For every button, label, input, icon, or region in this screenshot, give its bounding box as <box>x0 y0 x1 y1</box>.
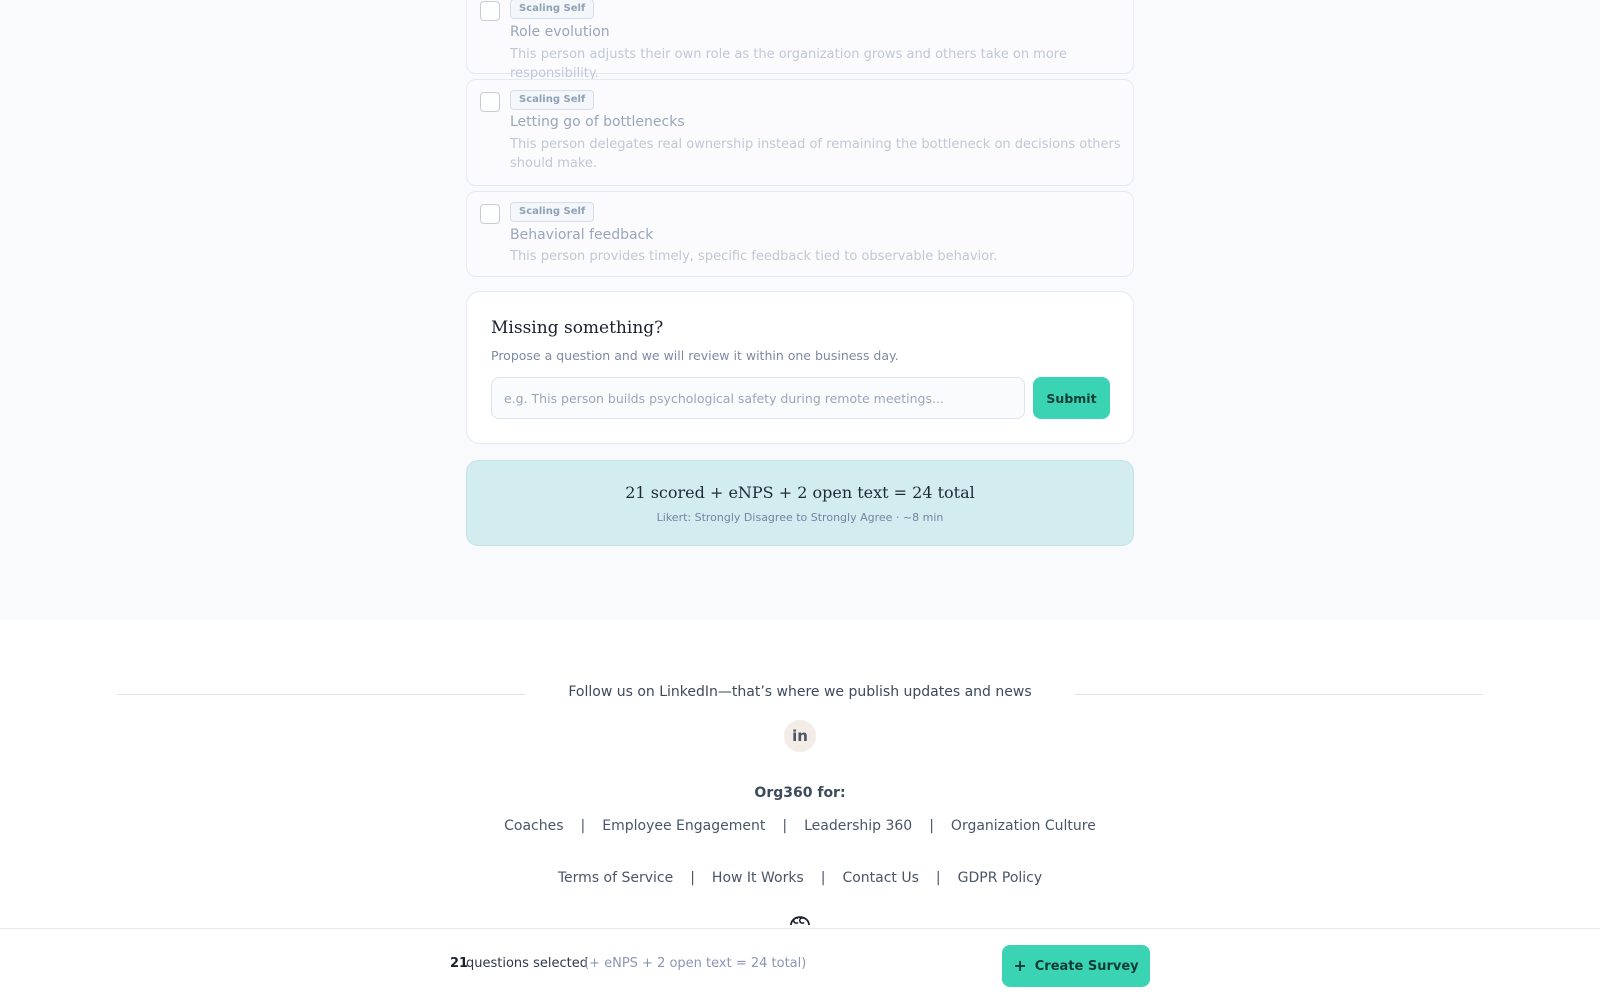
plus-icon: + <box>1013 956 1027 975</box>
linkedin-label: in <box>792 727 808 745</box>
question-title: Behavioral feedback <box>510 227 654 243</box>
main-content-area: Scaling Self Role evolution This person … <box>0 0 1600 620</box>
summary-detail-line: Likert: Strongly Disagree to Strongly Ag… <box>656 511 944 524</box>
propose-question-input[interactable] <box>491 377 1025 419</box>
question-description: This person provides timely, specific fe… <box>510 249 998 264</box>
question-checkbox[interactable] <box>480 204 500 224</box>
separator: | <box>690 870 695 886</box>
link-leadership-360[interactable]: Leadership 360 <box>804 818 912 834</box>
total-summary-line: 21 scored + eNPS + 2 open text = 24 tota… <box>625 483 975 502</box>
question-title: Letting go of bottlenecks <box>510 114 685 130</box>
separator: | <box>782 818 788 834</box>
category-tag: Scaling Self <box>510 202 595 222</box>
divider <box>117 694 525 695</box>
separator: | <box>935 870 941 886</box>
question-title: Role evolution <box>510 24 610 40</box>
org360-for-heading: Org360 for: <box>754 785 846 801</box>
separator: | <box>580 818 586 834</box>
selected-extra: (+ eNPS + 2 open text = 24 total) <box>584 956 807 971</box>
question-checkbox[interactable] <box>480 1 500 21</box>
link-organization-culture[interactable]: Organization Culture <box>951 818 1096 834</box>
question-checkbox[interactable] <box>480 92 500 112</box>
question-card-behavioral-feedback[interactable]: Scaling Self Behavioral feedback This pe… <box>466 191 1134 277</box>
question-description: This person adjusts their own role as th… <box>510 47 1067 81</box>
question-card-letting-go[interactable]: Scaling Self Letting go of bottlenecks T… <box>466 79 1134 186</box>
category-tag: Scaling Self <box>510 0 595 19</box>
propose-question-card: Missing something? Propose a question an… <box>466 291 1134 444</box>
audience-links: Coaches | Employee Engagement | Leadersh… <box>0 818 1600 834</box>
selected-label: questions selected <box>466 956 588 971</box>
question-card-role-evolution[interactable]: Scaling Self Role evolution This person … <box>466 0 1134 81</box>
legal-links: Terms of Service | How It Works | Contac… <box>0 870 1600 886</box>
separator: | <box>929 818 934 834</box>
question-description: This person delegates real ownership ins… <box>510 137 1121 171</box>
separator: | <box>820 870 826 886</box>
linkedin-icon[interactable]: in <box>784 720 816 752</box>
link-gdpr-policy[interactable]: GDPR Policy <box>958 870 1043 886</box>
propose-subtitle: Propose a question and we will review it… <box>491 348 899 363</box>
category-tag: Scaling Self <box>510 90 595 110</box>
survey-total-summary: 21 scored + eNPS + 2 open text = 24 tota… <box>466 460 1134 546</box>
divider <box>1075 694 1483 695</box>
link-employee-engagement[interactable]: Employee Engagement <box>602 818 765 834</box>
link-coaches[interactable]: Coaches <box>504 818 563 834</box>
link-contact-us[interactable]: Contact Us <box>842 870 918 886</box>
create-survey-button[interactable]: + Create Survey <box>1002 945 1150 987</box>
propose-title: Missing something? <box>491 318 664 338</box>
create-survey-label: Create Survey <box>1034 958 1139 974</box>
link-how-it-works[interactable]: How It Works <box>712 870 804 886</box>
link-terms-of-service[interactable]: Terms of Service <box>558 870 673 886</box>
creative-commons-icon <box>790 916 810 926</box>
selection-bar: 21 questions selected (+ eNPS + 2 open t… <box>0 928 1600 1000</box>
linkedin-follow-text: Follow us on LinkedIn—that’s where we pu… <box>568 684 1032 700</box>
submit-button[interactable]: Submit <box>1033 377 1110 419</box>
